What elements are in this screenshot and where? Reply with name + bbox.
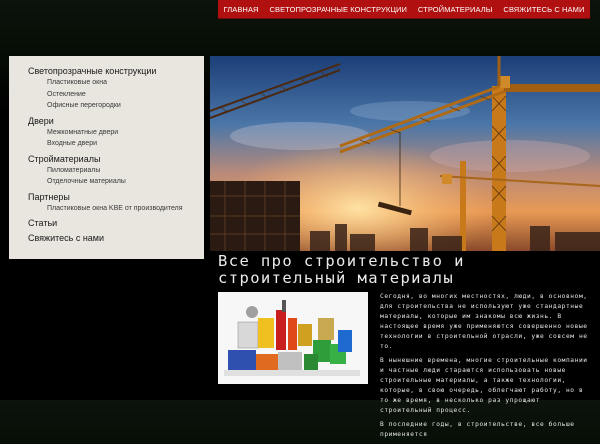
sidebar-item-interior-doors[interactable]: Межкомнатные двери — [9, 127, 204, 139]
hero-image — [210, 56, 600, 251]
nav-contact-link[interactable]: СВЯЖИТЕСЬ С НАМИ — [503, 5, 584, 14]
sidebar-category-doors[interactable]: Двери — [9, 115, 204, 127]
building-materials-image — [218, 292, 368, 384]
sidebar-category-contact[interactable]: Свяжитесь с нами — [9, 232, 204, 244]
sidebar-menu: Светопрозрачные конструкции Пластиковые … — [9, 56, 204, 259]
sidebar-item-entrance-doors[interactable]: Входные двери — [9, 138, 204, 150]
sidebar-item-kbe-windows[interactable]: Пластиковые окна KBE от производителя — [9, 203, 204, 215]
sidebar-item-finishing-materials[interactable]: Отделочные материалы — [9, 176, 204, 188]
page-title: Все про строительство и строительный мат… — [218, 252, 465, 287]
sidebar-item-lumber[interactable]: Пиломатериалы — [9, 165, 204, 177]
sidebar-category-translucent[interactable]: Светопрозрачные конструкции — [9, 65, 204, 77]
article-paragraph: В нынешние времена, многие строительные … — [380, 357, 588, 414]
sidebar-item-office-partitions[interactable]: Офисные перегородки — [9, 100, 204, 112]
article-text: Сегодня, во многих местностях, люди, в о… — [380, 292, 595, 444]
sidebar-item-glazing[interactable]: Остекление — [9, 89, 204, 101]
nav-home-link[interactable]: ГЛАВНАЯ — [223, 5, 258, 14]
sidebar-category-articles[interactable]: Статьи — [9, 217, 204, 229]
article-paragraph: Сегодня, во многих местностях, люди, в о… — [380, 293, 588, 350]
top-nav: ГЛАВНАЯ СВЕТОПРОЗРАЧНЫЕ КОНСТРУКЦИИ СТРО… — [218, 0, 590, 19]
article-paragraph: В последние годы, в строительстве, все б… — [380, 421, 575, 438]
cranes-sunset-illustration — [210, 56, 600, 251]
sidebar-category-building-materials[interactable]: Стройматериалы — [9, 153, 204, 165]
materials-illustration — [218, 292, 368, 384]
sidebar-category-partners[interactable]: Партнеры — [9, 191, 204, 203]
nav-translucent-structures-link[interactable]: СВЕТОПРОЗРАЧНЫЕ КОНСТРУКЦИИ — [270, 5, 407, 14]
sidebar-item-plastic-windows[interactable]: Пластиковые окна — [9, 77, 204, 89]
nav-building-materials-link[interactable]: СТРОЙМАТЕРИАЛЫ — [418, 5, 493, 14]
